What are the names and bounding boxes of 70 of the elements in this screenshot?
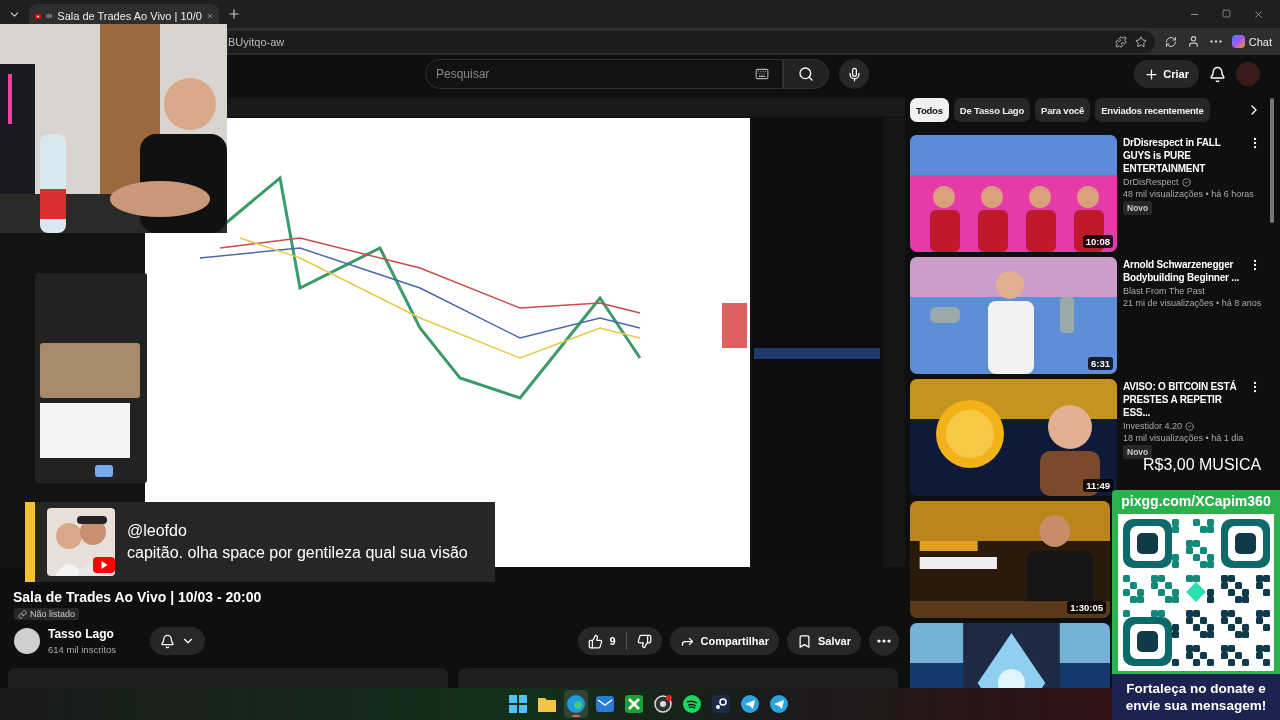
tab-title: Sala de Trades Ao Vivo | 10/0 [57,10,202,22]
paper-plane-icon [740,695,759,713]
channel-name: DrDisRespect [1123,177,1262,187]
visibility-badge: Não listado [14,608,80,620]
steam-icon [711,695,730,713]
spotify-icon [682,695,701,713]
search-button[interactable] [783,59,829,89]
channel-name: Tasso Lago [48,627,115,641]
video-stats: 18 mil visualizações • há 1 dia [1123,433,1245,443]
puzzle-icon[interactable] [1114,35,1127,48]
chat-button[interactable]: Chat [1231,35,1272,48]
thumbs-down-icon [636,633,652,649]
keyboard-icon[interactable] [755,67,769,81]
video-duration: 6:31 [1088,357,1113,370]
restore-icon[interactable] [1222,8,1231,18]
video-stats: 21 mi de visualizações • há 8 anos [1123,298,1262,308]
video-title[interactable]: AVISO: O BITCOIN ESTÁ PRESTES A REPETIR ESS... [1123,380,1246,419]
xbox-icon [624,695,643,713]
share-button[interactable]: Compartilhar [669,627,779,655]
video-duration: 11:49 [1083,479,1113,492]
donate-message: Fortaleça no donate e envie sua mensagem! [1112,674,1280,720]
youtube-logo-icon [35,11,42,21]
channel-avatar[interactable] [14,628,40,654]
more-actions-button[interactable] [869,626,899,656]
create-button[interactable]: Criar [1134,60,1199,88]
address-bar[interactable]: BUyitqo-aw [228,30,1155,53]
filter-chip[interactable]: Todos [910,98,949,122]
video-title[interactable]: Arnold Schwarzenegger Bodybuilding Beginner ... [1123,258,1246,284]
refresh-icon[interactable] [1164,35,1177,48]
microphone-button[interactable] [839,59,869,89]
plus-icon [1144,66,1160,82]
link-icon [18,609,27,619]
subscriber-count: 614 mil inscritos [48,644,117,655]
microphone-icon [846,66,862,82]
star-icon[interactable] [1134,35,1147,48]
channel-name: Investidor 4.20 [1123,421,1262,431]
scrollbar-thumb[interactable] [1270,98,1274,223]
video-stats: 48 mil visualizações • há 6 horas [1123,189,1255,199]
mail-icon [595,696,614,712]
notification-bell-button[interactable] [150,627,206,655]
video-duration: 1:30:05 [1067,601,1106,614]
plus-icon [227,7,241,21]
windows-logo-icon [508,695,527,713]
donate-url: pixgg.com/XCapim360 [1121,492,1271,511]
channel-name: Blast From The Past [1123,286,1206,296]
more-icon[interactable] [1209,40,1222,43]
paper-plane-icon [769,695,788,713]
video-title[interactable]: DrDisrespect in FALL GUYS is PURE ENTERTAINMENT [1123,136,1246,175]
filter-chip[interactable]: De Tasso Lago [953,98,1031,122]
record-app-icon [653,695,672,713]
bell-icon [160,633,176,649]
new-badge: Novo [1123,445,1153,459]
search-icon [798,66,814,82]
browser-swirl-icon [566,695,585,713]
notifications-icon[interactable] [1209,65,1226,83]
thumbs-up-icon [588,633,604,649]
new-badge: Novo [1123,201,1153,215]
filter-chip[interactable]: Enviados recentemente [1095,98,1210,122]
profile-icon[interactable] [1186,35,1200,48]
video-title: Sala de Trades Ao Vivo | 10/03 - 20:00 [13,589,263,605]
folder-icon [537,696,556,712]
video-duration: 10:08 [1082,235,1113,248]
taskbar-app-button[interactable] [563,690,588,718]
more-icon [877,639,891,643]
search-field[interactable]: Pesquisar [425,59,783,89]
music-price-label: R$3,00 MUSICA [1143,456,1262,474]
bookmark-icon [796,633,812,649]
filter-chip[interactable]: Para você [1035,98,1091,122]
close-window-icon[interactable] [1253,8,1264,20]
save-button[interactable]: Salvar [786,627,861,655]
